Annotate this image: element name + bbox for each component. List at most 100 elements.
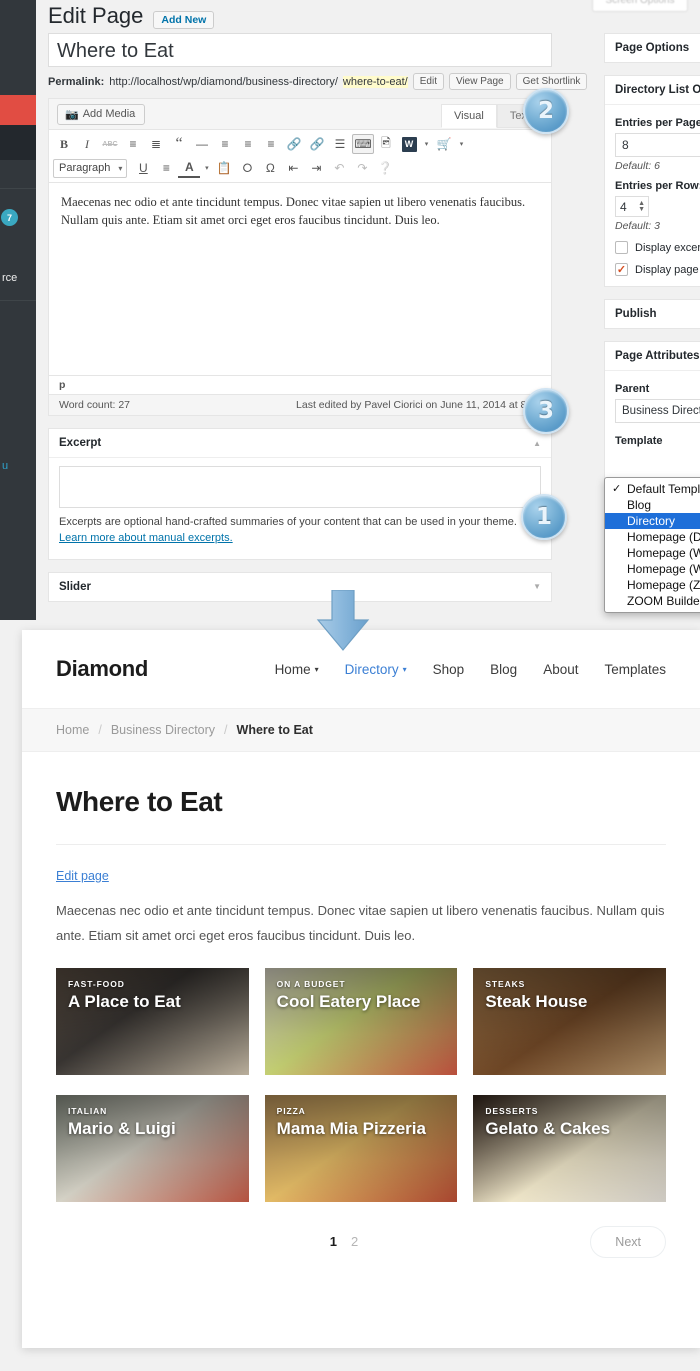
add-media-button[interactable]: 📷 Add Media — [57, 103, 146, 125]
underline-icon[interactable]: U — [132, 158, 154, 178]
entries-per-row-stepper[interactable]: 4 ▲ ▼ — [615, 196, 649, 217]
special-character-icon[interactable]: Ω — [259, 158, 281, 178]
publish-metabox: Publish — [604, 299, 700, 329]
redo-icon[interactable]: ↷ — [351, 158, 373, 178]
edit-slug-button[interactable]: Edit — [412, 73, 444, 90]
card-subtitle: STEAKS — [485, 979, 526, 990]
directory-card[interactable]: ON A BUDGET Cool Eatery Place — [264, 968, 458, 1076]
nav-item-blog[interactable]: Blog — [490, 662, 517, 677]
wp-admin-sidebar-menu[interactable]: 7 rce u — [0, 0, 44, 620]
breadcrumb-item-business-directory[interactable]: Business Directory — [111, 723, 215, 737]
excerpt-metabox-body: Excerpts are optional hand-crafted summa… — [49, 458, 551, 559]
template-option-homepage-woocommerce[interactable]: Homepage (WooCommerce) — [605, 561, 700, 577]
chevron-down-icon[interactable]: ▾ — [421, 140, 432, 148]
display-excerpts-row[interactable]: Display excerpts — [615, 241, 700, 254]
add-new-button[interactable]: Add New — [153, 11, 215, 29]
directory-card[interactable]: FAST-FOOD A Place to Eat — [56, 968, 249, 1076]
sidebar-item-menu-fragment[interactable]: u — [2, 460, 8, 472]
post-title-input[interactable]: Where to Eat — [48, 33, 552, 67]
directory-card[interactable]: PIZZA Mama Mia Pizzeria — [264, 1095, 458, 1203]
bulleted-list-icon[interactable]: ≡ — [122, 134, 144, 154]
parent-select[interactable]: Business Directory — [615, 399, 700, 423]
text-color-icon[interactable]: A — [178, 158, 201, 178]
align-center-icon[interactable]: ≡ — [237, 134, 259, 154]
display-subtitle-row[interactable]: ✓ Display page subtitle — [615, 263, 700, 276]
template-option-default-template[interactable]: Default Template — [605, 481, 700, 497]
template-select-dropdown[interactable]: Default Template Blog Directory Homepage… — [604, 477, 700, 613]
template-option-zoom-builder[interactable]: ZOOM Builder — [605, 593, 700, 609]
entries-per-page-input[interactable]: 8 — [615, 133, 700, 157]
editor-content-area[interactable]: Maecenas nec odio et ante tincidunt temp… — [49, 183, 551, 375]
distraction-free-icon[interactable]: ⌨ — [352, 134, 374, 154]
justify-icon[interactable]: ≡ — [155, 158, 177, 178]
numbered-list-icon[interactable]: ≣ — [145, 134, 167, 154]
unlink-icon[interactable]: 🔗 — [306, 134, 328, 154]
shortcode-cart-icon[interactable]: 🛒 — [433, 134, 455, 154]
chevron-down-icon[interactable]: ▾ — [201, 164, 212, 172]
format-select[interactable]: Paragraph — [53, 158, 128, 178]
italic-icon[interactable]: I — [76, 134, 98, 154]
word-paste-icon[interactable]: W — [398, 134, 420, 154]
chevron-up-icon[interactable]: ▲ — [533, 439, 541, 448]
site-brand[interactable]: Diamond — [56, 656, 148, 682]
card-title: Cool Eatery Place — [276, 992, 421, 1012]
template-option-homepage-directory[interactable]: Homepage (Directory) — [605, 529, 700, 545]
read-more-icon[interactable]: ☰ — [329, 134, 351, 154]
pagination-page-1[interactable]: 1 — [330, 1234, 337, 1249]
display-excerpts-checkbox[interactable] — [615, 241, 628, 254]
get-shortlink-button[interactable]: Get Shortlink — [515, 73, 588, 90]
nav-item-templates[interactable]: Templates — [604, 662, 666, 677]
template-option-homepage-zoom-builder[interactable]: Homepage (ZOOM Builder) — [605, 577, 700, 593]
nav-item-directory[interactable]: Directory ▾ — [345, 662, 407, 677]
pagination-next-button[interactable]: Next — [590, 1225, 666, 1258]
nav-item-home[interactable]: Home ▾ — [275, 662, 319, 677]
blockquote-icon[interactable]: “ — [168, 134, 190, 154]
stepper-arrows-icon[interactable]: ▲ ▼ — [638, 200, 645, 213]
template-option-directory[interactable]: Directory — [605, 513, 700, 529]
strikethrough-icon[interactable]: ABC — [99, 134, 121, 154]
tab-visual[interactable]: Visual — [441, 104, 497, 128]
directory-list-options-heading[interactable]: Directory List Options — [605, 76, 700, 105]
horizontal-rule-icon[interactable]: — — [191, 134, 213, 154]
template-option-blog[interactable]: Blog — [605, 497, 700, 513]
align-left-icon[interactable]: ≡ — [214, 134, 236, 154]
paste-as-text-icon[interactable]: 📋 — [213, 158, 235, 178]
pagination-page-2[interactable]: 2 — [351, 1234, 358, 1249]
page-options-heading[interactable]: Page Options — [605, 34, 700, 62]
sidebar-active-item-highlight[interactable] — [0, 95, 44, 125]
template-option-homepage-widgetized[interactable]: Homepage (Widgetized) — [605, 545, 700, 561]
excerpt-metabox: Excerpt ▲ Excerpts are optional hand-cra… — [48, 428, 552, 560]
undo-icon[interactable]: ↶ — [328, 158, 350, 178]
outdent-icon[interactable]: ⇤ — [282, 158, 304, 178]
excerpt-metabox-header[interactable]: Excerpt ▲ — [49, 429, 551, 458]
sidebar-item-woocommerce-fragment[interactable]: rce — [2, 272, 17, 284]
post-sidebar-column: Page Options Directory List Options Entr… — [604, 33, 700, 534]
keyboard-help-icon[interactable]: ❔ — [374, 158, 396, 178]
directory-card[interactable]: ITALIAN Mario & Luigi — [56, 1095, 249, 1203]
nav-item-shop[interactable]: Shop — [433, 662, 465, 677]
indent-icon[interactable]: ⇥ — [305, 158, 327, 178]
excerpt-help-text: Excerpts are optional hand-crafted summa… — [59, 515, 541, 547]
excerpt-textarea[interactable] — [59, 466, 541, 508]
chevron-down-icon[interactable]: ▾ — [456, 140, 467, 148]
insert-image-icon[interactable]: 🖻 — [375, 134, 397, 154]
edit-page-link[interactable]: Edit page — [56, 869, 109, 883]
view-page-button[interactable]: View Page — [448, 73, 511, 90]
display-subtitle-checkbox[interactable]: ✓ — [615, 263, 628, 276]
sidebar-submenu-region[interactable] — [0, 125, 36, 160]
page-attributes-heading[interactable]: Page Attributes — [605, 342, 700, 371]
chevron-down-icon[interactable]: ▼ — [533, 582, 541, 591]
clear-formatting-icon[interactable]: ⭘ — [236, 158, 258, 178]
excerpt-help-link[interactable]: Learn more about manual excerpts. — [59, 532, 233, 544]
breadcrumb-item-home[interactable]: Home — [56, 723, 89, 737]
directory-card[interactable]: STEAKS Steak House — [473, 968, 667, 1076]
screen-options-tab[interactable]: Screen Options — [592, 0, 688, 12]
nav-item-about[interactable]: About — [543, 662, 578, 677]
slider-metabox-header[interactable]: Slider ▼ — [49, 573, 551, 601]
align-right-icon[interactable]: ≡ — [260, 134, 282, 154]
publish-heading[interactable]: Publish — [605, 300, 700, 328]
directory-card[interactable]: DESSERTS Gelato & Cakes — [473, 1095, 667, 1203]
insert-link-icon[interactable]: 🔗 — [283, 134, 305, 154]
editor-status-bar: Word count: 27 Last edited by Pavel Cior… — [49, 394, 551, 415]
bold-icon[interactable]: B — [53, 134, 75, 154]
